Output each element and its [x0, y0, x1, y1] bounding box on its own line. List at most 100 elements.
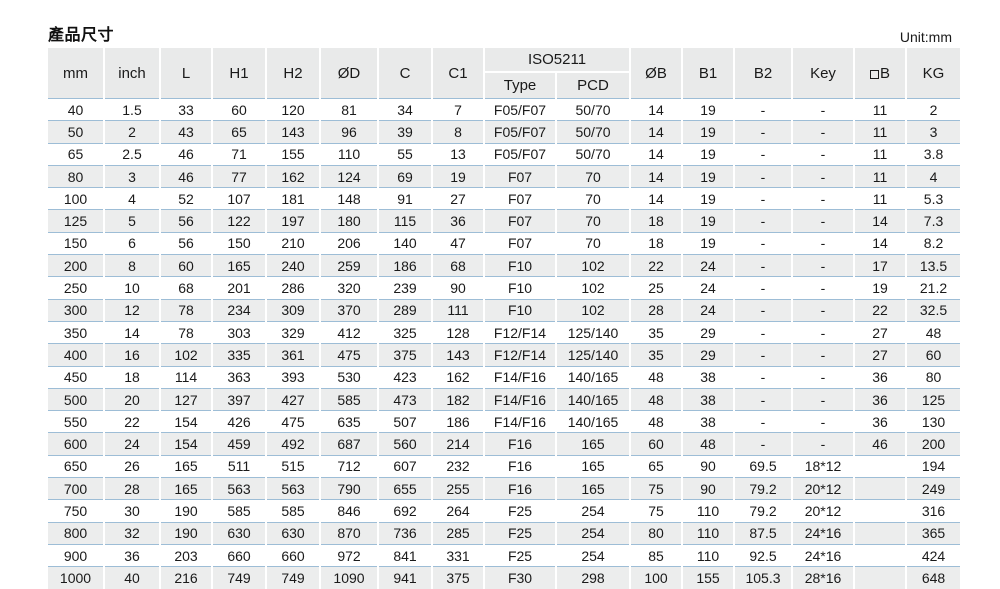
cell-H2: 309 [266, 298, 321, 322]
cell-key: - [792, 231, 856, 255]
cell-type: F12/F14 [484, 343, 557, 367]
cell-B1: 38 [682, 365, 736, 389]
cell-key: 20*12 [792, 477, 856, 500]
cell-type: F14/F16 [484, 365, 557, 389]
cell-pcd: 254 [556, 543, 632, 567]
cell-inch: 10 [104, 276, 161, 300]
cell-H1: 363 [212, 365, 267, 389]
cell-KG: 194 [906, 454, 961, 478]
table-row: 200 8 60 165 240 259 186 68 F10 102 22 24- -17 13.5 [48, 254, 961, 277]
cell-KG: 365 [906, 521, 961, 545]
cell-C: 560 [378, 432, 433, 456]
cell-B2: 105.3 [734, 566, 794, 589]
cell-inch: 30 [104, 499, 161, 523]
cell-inch: 3 [104, 164, 161, 188]
cell-OB: 14 [630, 187, 684, 210]
table-row: 80 3 46 77 162 124 69 19 F07 70 14 19- -11 4 [48, 164, 961, 188]
cell-OD: 96 [320, 120, 379, 144]
table-header: mm inch L H1 H2 ØD C C1 ISO5211 ØB B1 B2… [48, 48, 961, 99]
cell-mm: 900 [48, 543, 105, 567]
cell-B2: - [734, 298, 794, 322]
cell-H1: 426 [212, 410, 267, 433]
cell-OB: 35 [630, 343, 684, 367]
cell-B1: 48 [682, 432, 736, 456]
table-body: 40 1.5 33 60 120 81 34 7 F05/F07 50/70 14 19- -11 2 50… [48, 97, 961, 589]
product-dimensions-table: mm inch L H1 H2 ØD C C1 ISO5211 ØB B1 B2… [48, 48, 961, 589]
cell-inch: 16 [104, 343, 161, 367]
cell-pcd: 125/140 [556, 320, 632, 344]
cell-C: 507 [378, 410, 433, 433]
cell-C: 607 [378, 454, 433, 478]
cell-type: F05/F07 [484, 97, 557, 121]
col-header-inch: inch [104, 48, 161, 99]
cell-C: 655 [378, 477, 433, 500]
cell-key: - [792, 276, 856, 300]
cell-inch: 22 [104, 410, 161, 433]
cell-H2: 749 [266, 566, 321, 589]
cell-H2: 155 [266, 142, 321, 166]
cell-C: 55 [378, 142, 433, 166]
table-row: 700 28 165 563 563 790 655 255 F16 165 75 90 79.2 20*… [48, 477, 961, 500]
cell-inch: 4 [104, 187, 161, 210]
cell-C1: 255 [432, 477, 485, 500]
cell-type: F05/F07 [484, 142, 557, 166]
cell-L: 33 [160, 97, 213, 121]
cell-key: - [792, 120, 856, 144]
col-header-key: Key [792, 48, 856, 99]
cell-C1: 27 [432, 187, 485, 210]
cell-key: 24*16 [792, 543, 856, 567]
cell-C1: 13 [432, 142, 485, 166]
cell-sqB: 27 [854, 320, 908, 344]
col-header-l: L [160, 48, 213, 99]
cell-H1: 303 [212, 320, 267, 344]
cell-H2: 630 [266, 521, 321, 545]
cell-mm: 50 [48, 120, 105, 144]
cell-C: 692 [378, 499, 433, 523]
cell-C1: 68 [432, 254, 485, 277]
cell-sqB: 14 [854, 231, 908, 255]
cell-C1: 36 [432, 209, 485, 233]
col-header-h1: H1 [212, 48, 267, 99]
cell-OB: 14 [630, 97, 684, 121]
cell-type: F07 [484, 187, 557, 210]
cell-type: F12/F14 [484, 320, 557, 344]
cell-L: 114 [160, 365, 213, 389]
table-row: 800 32 190 630 630 870 736 285 F25 254 80 110 87.5 24… [48, 521, 961, 545]
cell-OD: 475 [320, 343, 379, 367]
cell-mm: 150 [48, 231, 105, 255]
cell-OB: 48 [630, 387, 684, 411]
cell-OD: 320 [320, 276, 379, 300]
cell-pcd: 140/165 [556, 410, 632, 433]
cell-KG: 21.2 [906, 276, 961, 300]
cell-key: - [792, 97, 856, 121]
col-header-b2: B2 [734, 48, 794, 99]
cell-H1: 150 [212, 231, 267, 255]
cell-pcd: 165 [556, 477, 632, 500]
cell-OD: 870 [320, 521, 379, 545]
cell-sqB: 14 [854, 209, 908, 233]
cell-pcd: 70 [556, 231, 632, 255]
cell-pcd: 50/70 [556, 97, 632, 121]
cell-sqB: 46 [854, 432, 908, 456]
cell-B1: 90 [682, 454, 736, 478]
cell-H2: 120 [266, 97, 321, 121]
cell-B2: - [734, 387, 794, 411]
cell-H1: 71 [212, 142, 267, 166]
cell-KG: 2 [906, 97, 961, 121]
cell-type: F25 [484, 521, 557, 545]
cell-sqB [854, 543, 908, 567]
cell-H2: 210 [266, 231, 321, 255]
cell-B1: 38 [682, 410, 736, 433]
cell-OD: 846 [320, 499, 379, 523]
cell-type: F14/F16 [484, 410, 557, 433]
cell-L: 154 [160, 410, 213, 433]
cell-key: 18*12 [792, 454, 856, 478]
table-row: 750 30 190 585 585 846 692 264 F25 254 75 110 79.2 20… [48, 499, 961, 523]
cell-C1: 90 [432, 276, 485, 300]
cell-C: 325 [378, 320, 433, 344]
cell-OD: 110 [320, 142, 379, 166]
cell-H1: 563 [212, 477, 267, 500]
cell-OB: 65 [630, 454, 684, 478]
cell-key: - [792, 343, 856, 367]
cell-KG: 48 [906, 320, 961, 344]
